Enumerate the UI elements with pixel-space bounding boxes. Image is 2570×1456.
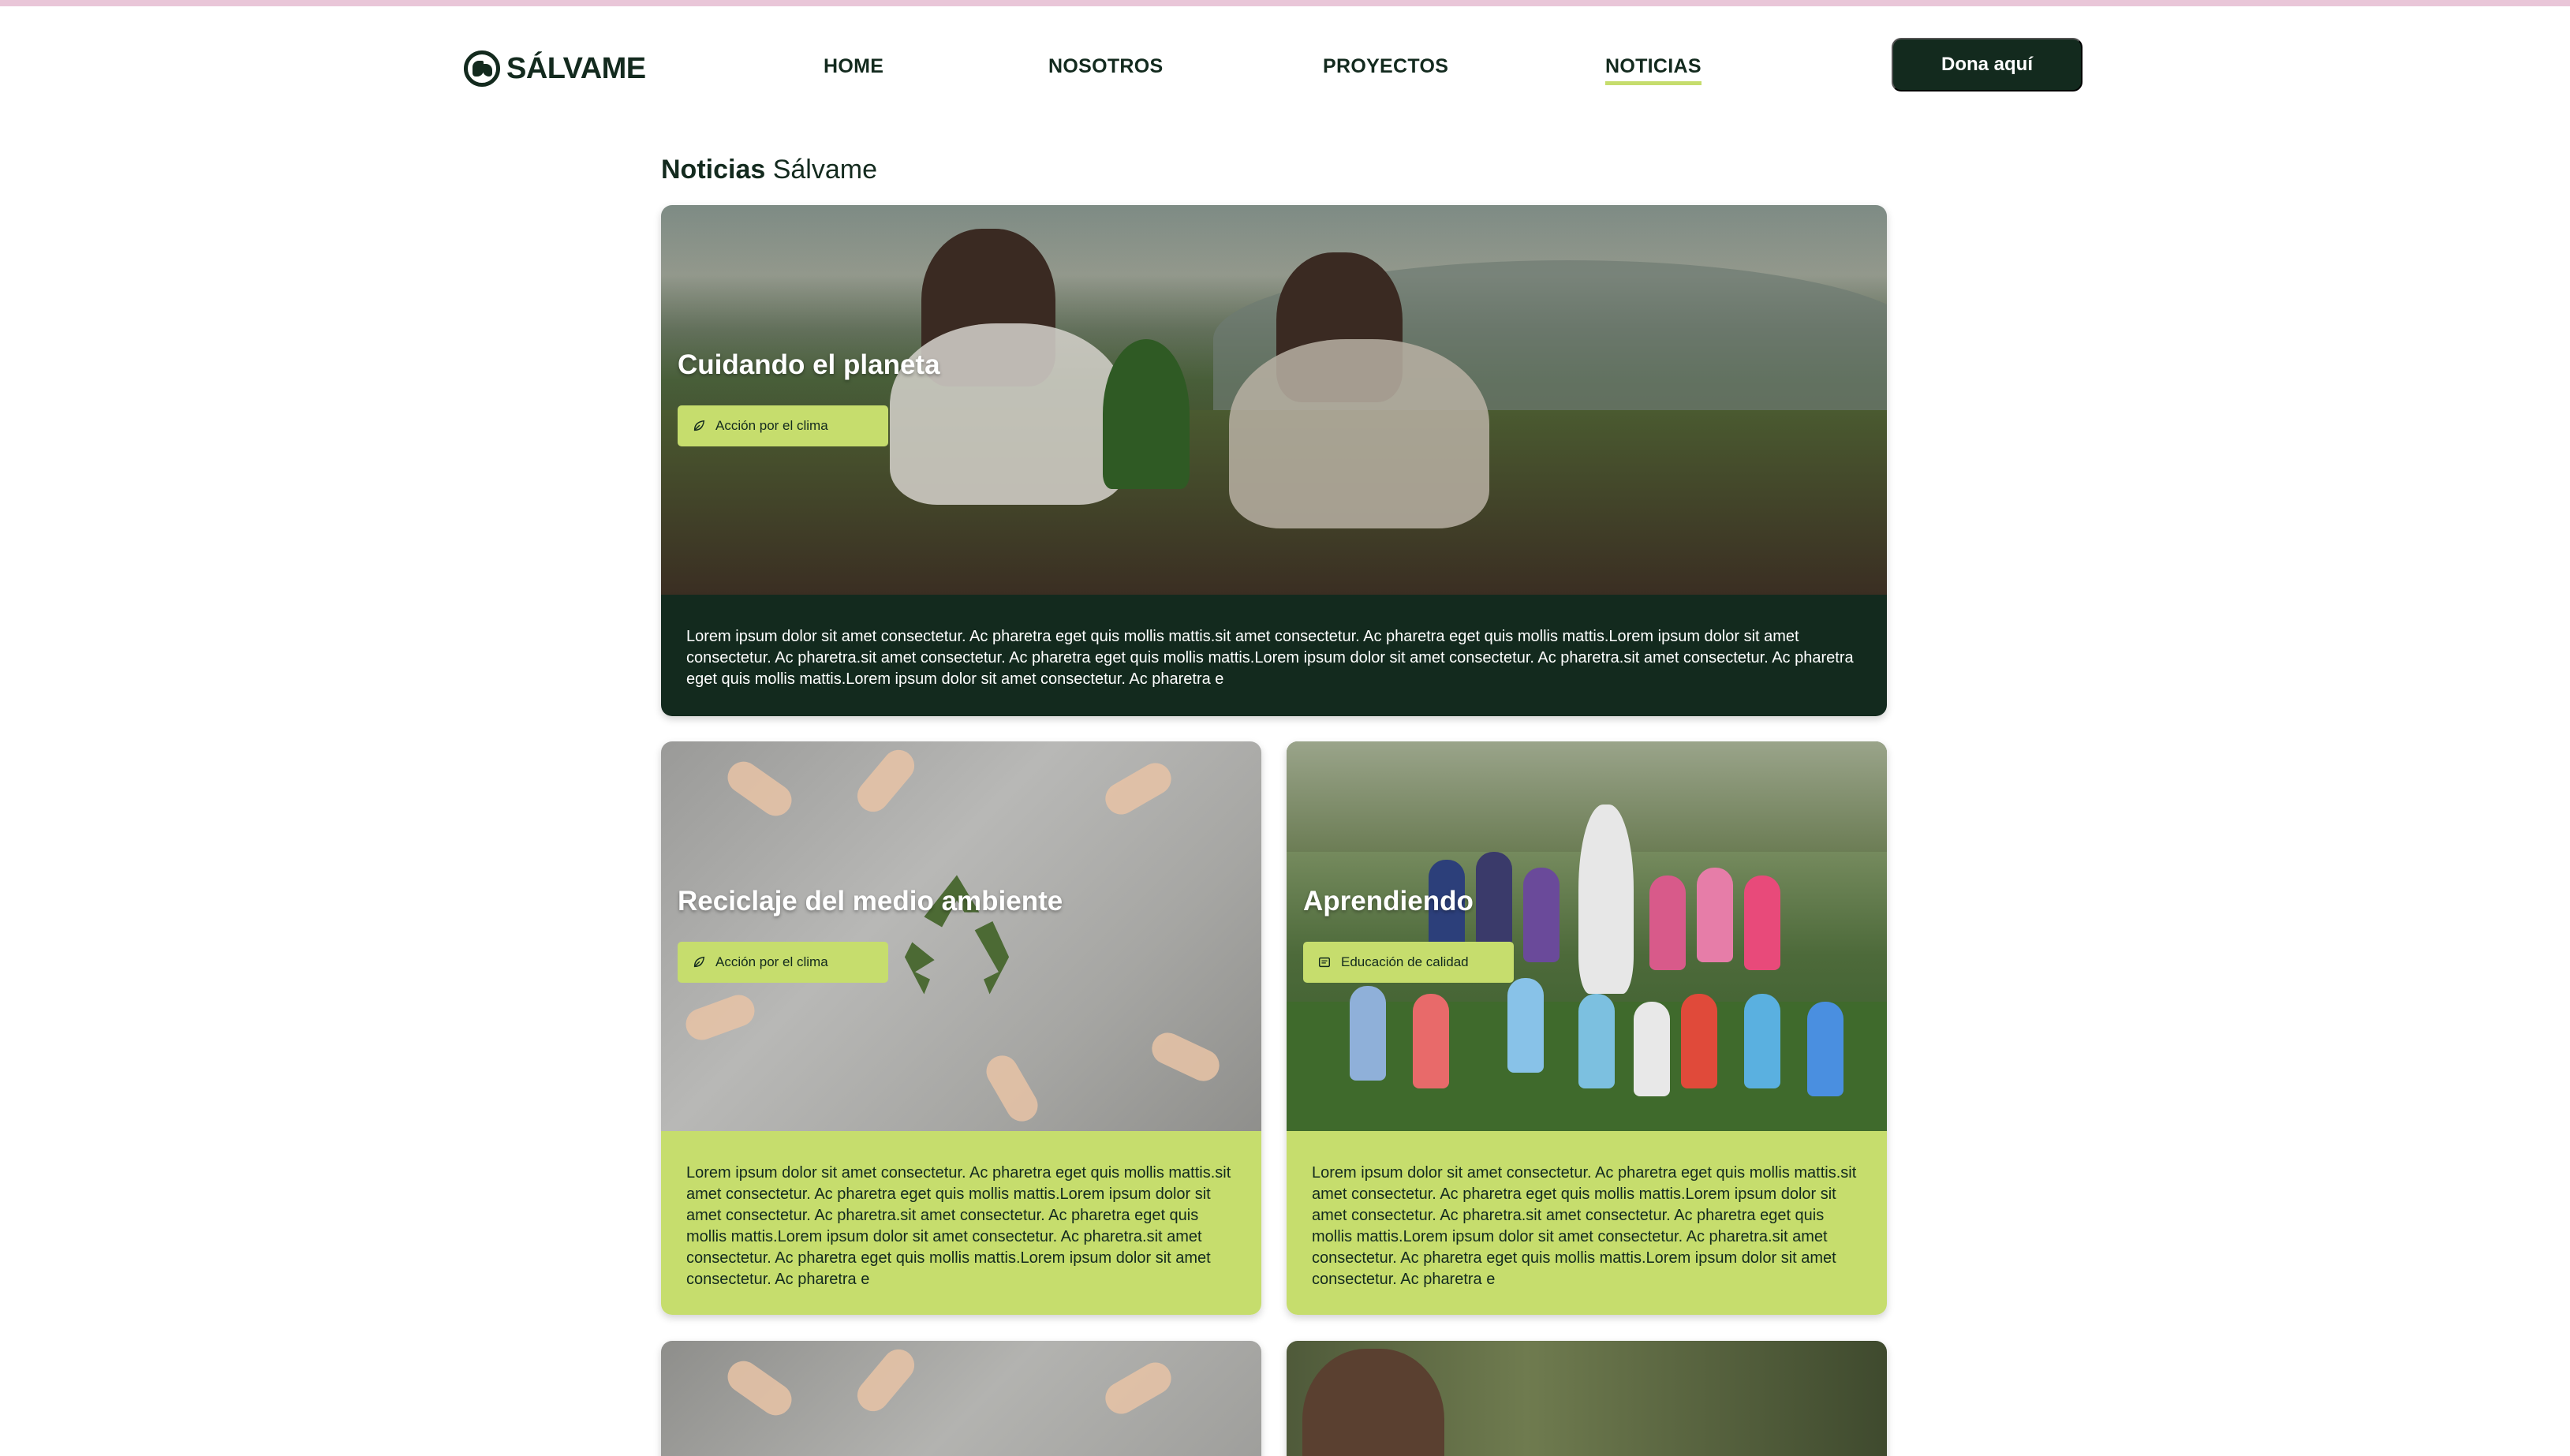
child-shape xyxy=(1744,875,1780,970)
child-shape xyxy=(1413,994,1449,1088)
category-tag-label: Educación de calidad xyxy=(1341,954,1469,969)
nav-home[interactable]: HOME xyxy=(824,55,883,78)
card-excerpt: Lorem ipsum dolor sit amet consectetur. … xyxy=(1287,1131,1887,1315)
hand-shape xyxy=(1100,1357,1177,1420)
card-excerpt: Lorem ipsum dolor sit amet consectetur. … xyxy=(661,595,1887,716)
hand-shape xyxy=(1100,757,1177,820)
leaf-icon xyxy=(693,956,705,968)
child-shape xyxy=(1578,994,1615,1088)
card-image-recycling: Reciclaje del medio ambiente Acción por … xyxy=(661,741,1261,1131)
person-shape xyxy=(1302,1349,1444,1456)
card-image-children-group: Aprendiendo Educación de calidad xyxy=(1287,741,1887,1131)
category-tag[interactable]: Acción por el clima xyxy=(678,942,888,983)
leaf-icon xyxy=(693,420,705,431)
news-card-learning[interactable]: Aprendiendo Educación de calidad Lorem i… xyxy=(1287,741,1887,1315)
plant-shape xyxy=(1103,339,1190,489)
child-shape xyxy=(1744,994,1780,1088)
child-shape xyxy=(1476,852,1512,946)
child-shape xyxy=(1523,868,1560,962)
nav-proyectos[interactable]: PROYECTOS xyxy=(1323,55,1448,78)
card-title: Reciclaje del medio ambiente xyxy=(678,886,1063,917)
nav-nosotros[interactable]: NOSOTROS xyxy=(1048,55,1163,78)
hand-shape xyxy=(850,1342,921,1418)
globe-hands-icon xyxy=(464,50,500,87)
nav-noticias[interactable]: NOTICIAS xyxy=(1605,55,1702,85)
book-icon xyxy=(1318,957,1331,968)
child-shape xyxy=(1507,978,1544,1073)
card-title: Aprendiendo xyxy=(1303,886,1474,917)
card-image-forest-partial xyxy=(1287,1341,1887,1456)
page-title-bold: Noticias xyxy=(661,155,766,185)
child-shape xyxy=(1697,868,1733,962)
child-shape xyxy=(1649,875,1686,970)
hand-shape xyxy=(1146,1027,1225,1087)
hand-shape xyxy=(681,990,760,1045)
logo-text: SÁLVAME xyxy=(506,51,646,85)
category-tag-label: Acción por el clima xyxy=(715,954,828,969)
hand-shape xyxy=(850,743,921,819)
hand-shape xyxy=(721,1354,798,1422)
boy-shirt-shape xyxy=(1229,339,1489,528)
card-image-kids-planting: Cuidando el planeta Acción por el clima xyxy=(661,205,1887,595)
teacher-shape xyxy=(1578,805,1634,994)
card-excerpt: Lorem ipsum dolor sit amet consectetur. … xyxy=(661,1131,1261,1315)
hand-shape xyxy=(721,755,798,823)
page-title-light: Sálvame xyxy=(772,155,877,185)
child-shape xyxy=(1807,1002,1843,1096)
category-tag[interactable]: Educación de calidad xyxy=(1303,942,1514,983)
news-card-partial-left[interactable] xyxy=(661,1341,1261,1456)
card-title: Cuidando el planeta xyxy=(678,349,940,380)
news-card-partial-right[interactable] xyxy=(1287,1341,1887,1456)
site-header: SÁLVAME HOME NOSOTROS PROYECTOS NOTICIAS… xyxy=(0,6,2570,125)
logo[interactable]: SÁLVAME xyxy=(464,50,646,87)
donate-button[interactable]: Dona aquí xyxy=(1892,38,2083,91)
hand-shape xyxy=(981,1050,1044,1127)
child-shape xyxy=(1350,986,1386,1081)
card-image-recycling-partial xyxy=(661,1341,1261,1456)
news-card-featured[interactable]: Cuidando el planeta Acción por el clima … xyxy=(661,205,1887,716)
category-tag-label: Acción por el clima xyxy=(715,418,828,433)
news-card-recycling[interactable]: Reciclaje del medio ambiente Acción por … xyxy=(661,741,1261,1315)
child-shape xyxy=(1634,1002,1670,1096)
top-accent-bar xyxy=(0,0,2570,6)
category-tag[interactable]: Acción por el clima xyxy=(678,405,888,446)
page-title: Noticias Sálvame xyxy=(661,155,877,185)
child-shape xyxy=(1681,994,1717,1088)
